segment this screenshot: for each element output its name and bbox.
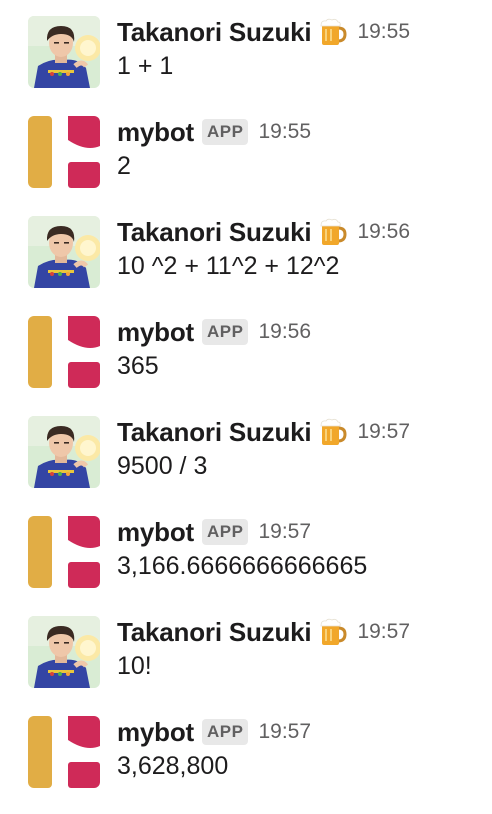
message-text: 365 xyxy=(117,352,159,380)
message-text: 3,628,800 xyxy=(117,752,229,780)
message-row: mybot APP 19:57 3,628,800 xyxy=(0,700,492,800)
message-timestamp[interactable]: 19:56 xyxy=(357,220,410,244)
message-timestamp[interactable]: 19:57 xyxy=(258,720,311,744)
user-avatar[interactable] xyxy=(28,216,100,288)
sender-name[interactable]: mybot xyxy=(117,317,194,348)
user-avatar[interactable] xyxy=(28,416,100,488)
sender-name[interactable]: Takanori Suzuki xyxy=(117,217,312,248)
bot-logo-icon xyxy=(28,516,100,588)
sender-name[interactable]: mybot xyxy=(117,717,194,748)
sender-name[interactable]: Takanori Suzuki xyxy=(117,17,312,48)
message-timestamp[interactable]: 19:55 xyxy=(258,120,311,144)
bot-logo-icon xyxy=(28,716,100,788)
message-timestamp[interactable]: 19:55 xyxy=(357,20,410,44)
message-header: Takanori Suzuki 19:57 xyxy=(117,414,410,450)
beer-mug-icon xyxy=(319,617,347,647)
user-photo-icon xyxy=(28,616,100,688)
message-text: 10 ^2 + 11^2 + 12^2 xyxy=(117,252,340,280)
message-header: Takanori Suzuki 19:56 xyxy=(117,214,410,250)
message-header: mybot APP 19:57 xyxy=(117,714,311,750)
bot-logo-icon xyxy=(28,316,100,388)
message-row: Takanori Suzuki 19:55 1 + 1 xyxy=(0,0,492,100)
message-timestamp[interactable]: 19:57 xyxy=(357,420,410,444)
bot-avatar[interactable] xyxy=(28,116,100,188)
message-header: mybot APP 19:55 xyxy=(117,114,311,150)
message-text: 10! xyxy=(117,652,152,680)
message-text: 9500 / 3 xyxy=(117,452,208,480)
app-badge: APP xyxy=(202,719,249,745)
app-badge: APP xyxy=(202,119,249,145)
sender-name[interactable]: mybot xyxy=(117,117,194,148)
message-row: Takanori Suzuki 19:57 10! xyxy=(0,600,492,700)
app-badge: APP xyxy=(202,519,249,545)
user-photo-icon xyxy=(28,216,100,288)
message-timestamp[interactable]: 19:57 xyxy=(258,520,311,544)
bot-logo-icon xyxy=(28,116,100,188)
message-header: Takanori Suzuki 19:57 xyxy=(117,614,410,650)
beer-mug-icon xyxy=(319,417,347,447)
beer-mug-icon xyxy=(319,17,347,47)
message-text: 1 + 1 xyxy=(117,52,174,80)
message-row: Takanori Suzuki 19:56 10 ^2 + 11^2 + 12^… xyxy=(0,200,492,300)
user-avatar[interactable] xyxy=(28,16,100,88)
message-row: mybot APP 19:57 3,166.6666666666665 xyxy=(0,500,492,600)
user-photo-icon xyxy=(28,16,100,88)
sender-name[interactable]: Takanori Suzuki xyxy=(117,617,312,648)
message-header: mybot APP 19:56 xyxy=(117,314,311,350)
message-row: Takanori Suzuki 19:57 9500 / 3 xyxy=(0,400,492,500)
user-avatar[interactable] xyxy=(28,616,100,688)
beer-mug-icon xyxy=(319,217,347,247)
sender-name[interactable]: Takanori Suzuki xyxy=(117,417,312,448)
app-badge: APP xyxy=(202,319,249,345)
bot-avatar[interactable] xyxy=(28,516,100,588)
message-header: mybot APP 19:57 xyxy=(117,514,311,550)
message-row: mybot APP 19:56 365 xyxy=(0,300,492,400)
message-row: mybot APP 19:55 2 xyxy=(0,100,492,200)
sender-name[interactable]: mybot xyxy=(117,517,194,548)
message-header: Takanori Suzuki 19:55 xyxy=(117,14,410,50)
bot-avatar[interactable] xyxy=(28,716,100,788)
message-timestamp[interactable]: 19:56 xyxy=(258,320,311,344)
user-photo-icon xyxy=(28,416,100,488)
message-feed: Takanori Suzuki 19:55 1 + 1 mybot APP 19… xyxy=(0,0,492,814)
message-text: 2 xyxy=(117,152,131,180)
message-text: 3,166.6666666666665 xyxy=(117,552,368,580)
message-timestamp[interactable]: 19:57 xyxy=(357,620,410,644)
bot-avatar[interactable] xyxy=(28,316,100,388)
